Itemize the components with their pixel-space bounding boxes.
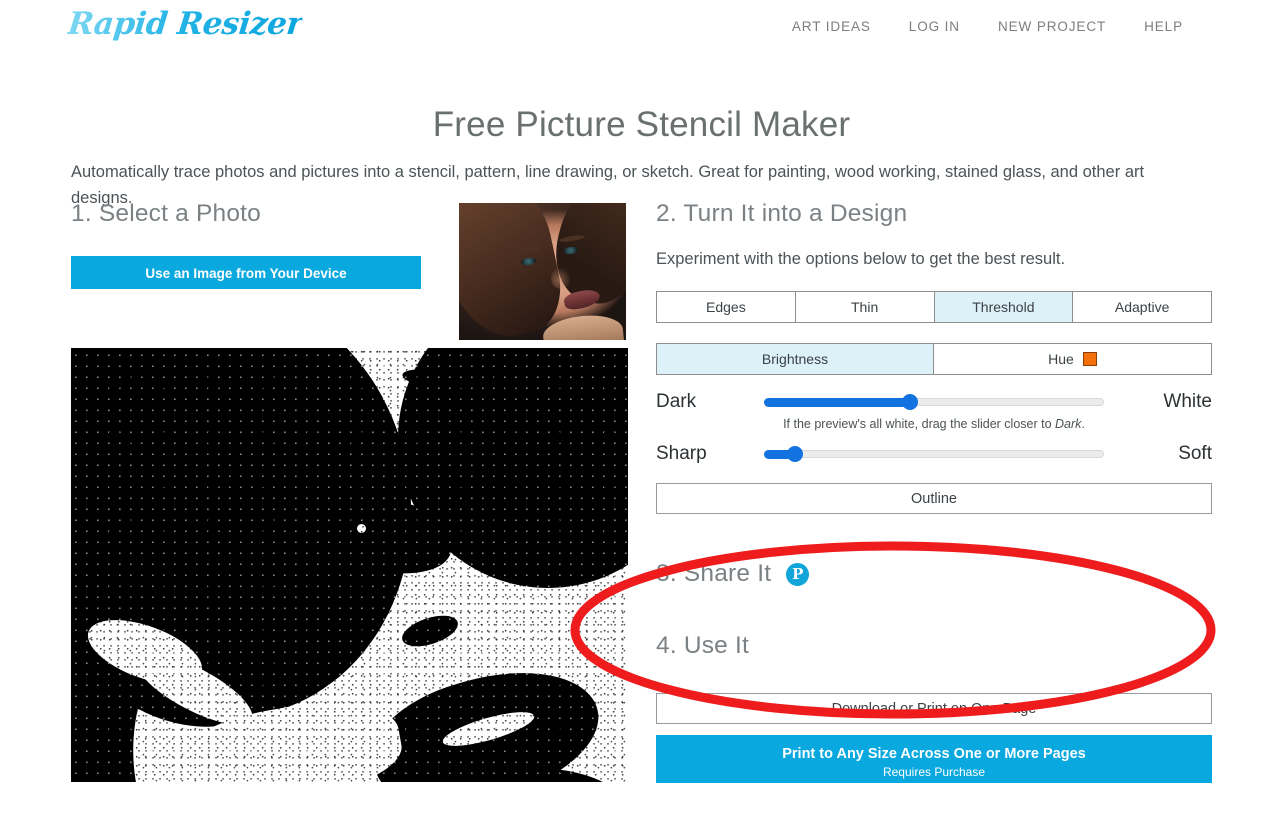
use-image-from-device-button[interactable]: Use an Image from Your Device bbox=[71, 256, 421, 289]
step-3-row: 3. Share It P bbox=[656, 560, 1212, 588]
main-nav: ART IDEAS LOG IN NEW PROJECT HELP bbox=[792, 19, 1183, 34]
brightness-slider-fill bbox=[764, 398, 911, 407]
nav-item-new-project[interactable]: NEW PROJECT bbox=[998, 19, 1106, 34]
brightness-slider-hint: If the preview's all white, drag the sli… bbox=[656, 417, 1212, 431]
slider-label-white: White bbox=[1163, 391, 1212, 412]
brightness-slider-row: Dark White bbox=[656, 391, 1212, 413]
hint-text-after: . bbox=[1081, 417, 1085, 431]
step-2-column: 2. Turn It into a Design Experiment with… bbox=[656, 200, 1212, 783]
tab-edges[interactable]: Edges bbox=[656, 291, 796, 323]
brightness-slider-handle[interactable] bbox=[902, 394, 919, 410]
page-title: Free Picture Stencil Maker bbox=[432, 105, 851, 145]
stencil-eye-highlight bbox=[357, 524, 366, 533]
download-or-print-one-page-button[interactable]: Download or Print on One Page bbox=[656, 693, 1212, 724]
trace-mode-tabs: Edges Thin Threshold Adaptive bbox=[656, 291, 1212, 323]
hint-text-before: If the preview's all white, drag the sli… bbox=[783, 417, 1056, 431]
nav-item-help[interactable]: HELP bbox=[1144, 19, 1183, 34]
step-2-subtitle: Experiment with the options below to get… bbox=[656, 250, 1066, 268]
page-root: Rapid Resizer ART IDEAS LOG IN NEW PROJE… bbox=[0, 0, 1283, 835]
print-any-size-button[interactable]: Print to Any Size Across One or More Pag… bbox=[656, 735, 1212, 783]
sharpness-slider-rail bbox=[764, 450, 1104, 458]
tab-threshold[interactable]: Threshold bbox=[934, 291, 1074, 323]
channel-tabs: Brightness Hue bbox=[656, 343, 1212, 375]
tab-hue-label: Hue bbox=[1048, 351, 1074, 367]
sharpness-slider-row: Sharp Soft bbox=[656, 443, 1212, 465]
print-button-sublabel: Requires Purchase bbox=[882, 764, 986, 779]
slider-label-dark: Dark bbox=[656, 391, 697, 412]
tab-adaptive[interactable]: Adaptive bbox=[1073, 291, 1212, 323]
hue-color-swatch-icon[interactable] bbox=[1082, 352, 1097, 366]
tab-brightness[interactable]: Brightness bbox=[656, 343, 934, 375]
hint-text-emphasis: Dark bbox=[1055, 417, 1082, 431]
site-logo[interactable]: Rapid Resizer bbox=[66, 6, 304, 42]
print-button-label: Print to Any Size Across One or More Pag… bbox=[782, 745, 1086, 762]
pinterest-icon[interactable]: P bbox=[786, 562, 810, 586]
thumbnail-nose bbox=[551, 267, 571, 289]
site-header: Rapid Resizer ART IDEAS LOG IN NEW PROJE… bbox=[0, 0, 1283, 58]
stencil-preview[interactable] bbox=[71, 348, 628, 782]
slider-label-sharp: Sharp bbox=[656, 443, 707, 464]
source-photo-thumbnail[interactable] bbox=[459, 203, 626, 340]
step-3-heading: 3. Share It bbox=[656, 560, 772, 587]
outline-button[interactable]: Outline bbox=[656, 483, 1212, 514]
nav-item-log-in[interactable]: LOG IN bbox=[909, 19, 960, 34]
sharpness-slider[interactable] bbox=[764, 446, 1104, 462]
step-2-heading: 2. Turn It into a Design bbox=[656, 200, 908, 227]
brightness-slider[interactable] bbox=[764, 394, 1104, 410]
step-4-heading: 4. Use It bbox=[656, 632, 750, 659]
sharpness-slider-handle[interactable] bbox=[786, 446, 803, 462]
nav-item-art-ideas[interactable]: ART IDEAS bbox=[792, 19, 871, 34]
tab-hue[interactable]: Hue bbox=[934, 343, 1212, 375]
tab-thin[interactable]: Thin bbox=[795, 291, 935, 323]
slider-label-soft: Soft bbox=[1178, 443, 1212, 464]
